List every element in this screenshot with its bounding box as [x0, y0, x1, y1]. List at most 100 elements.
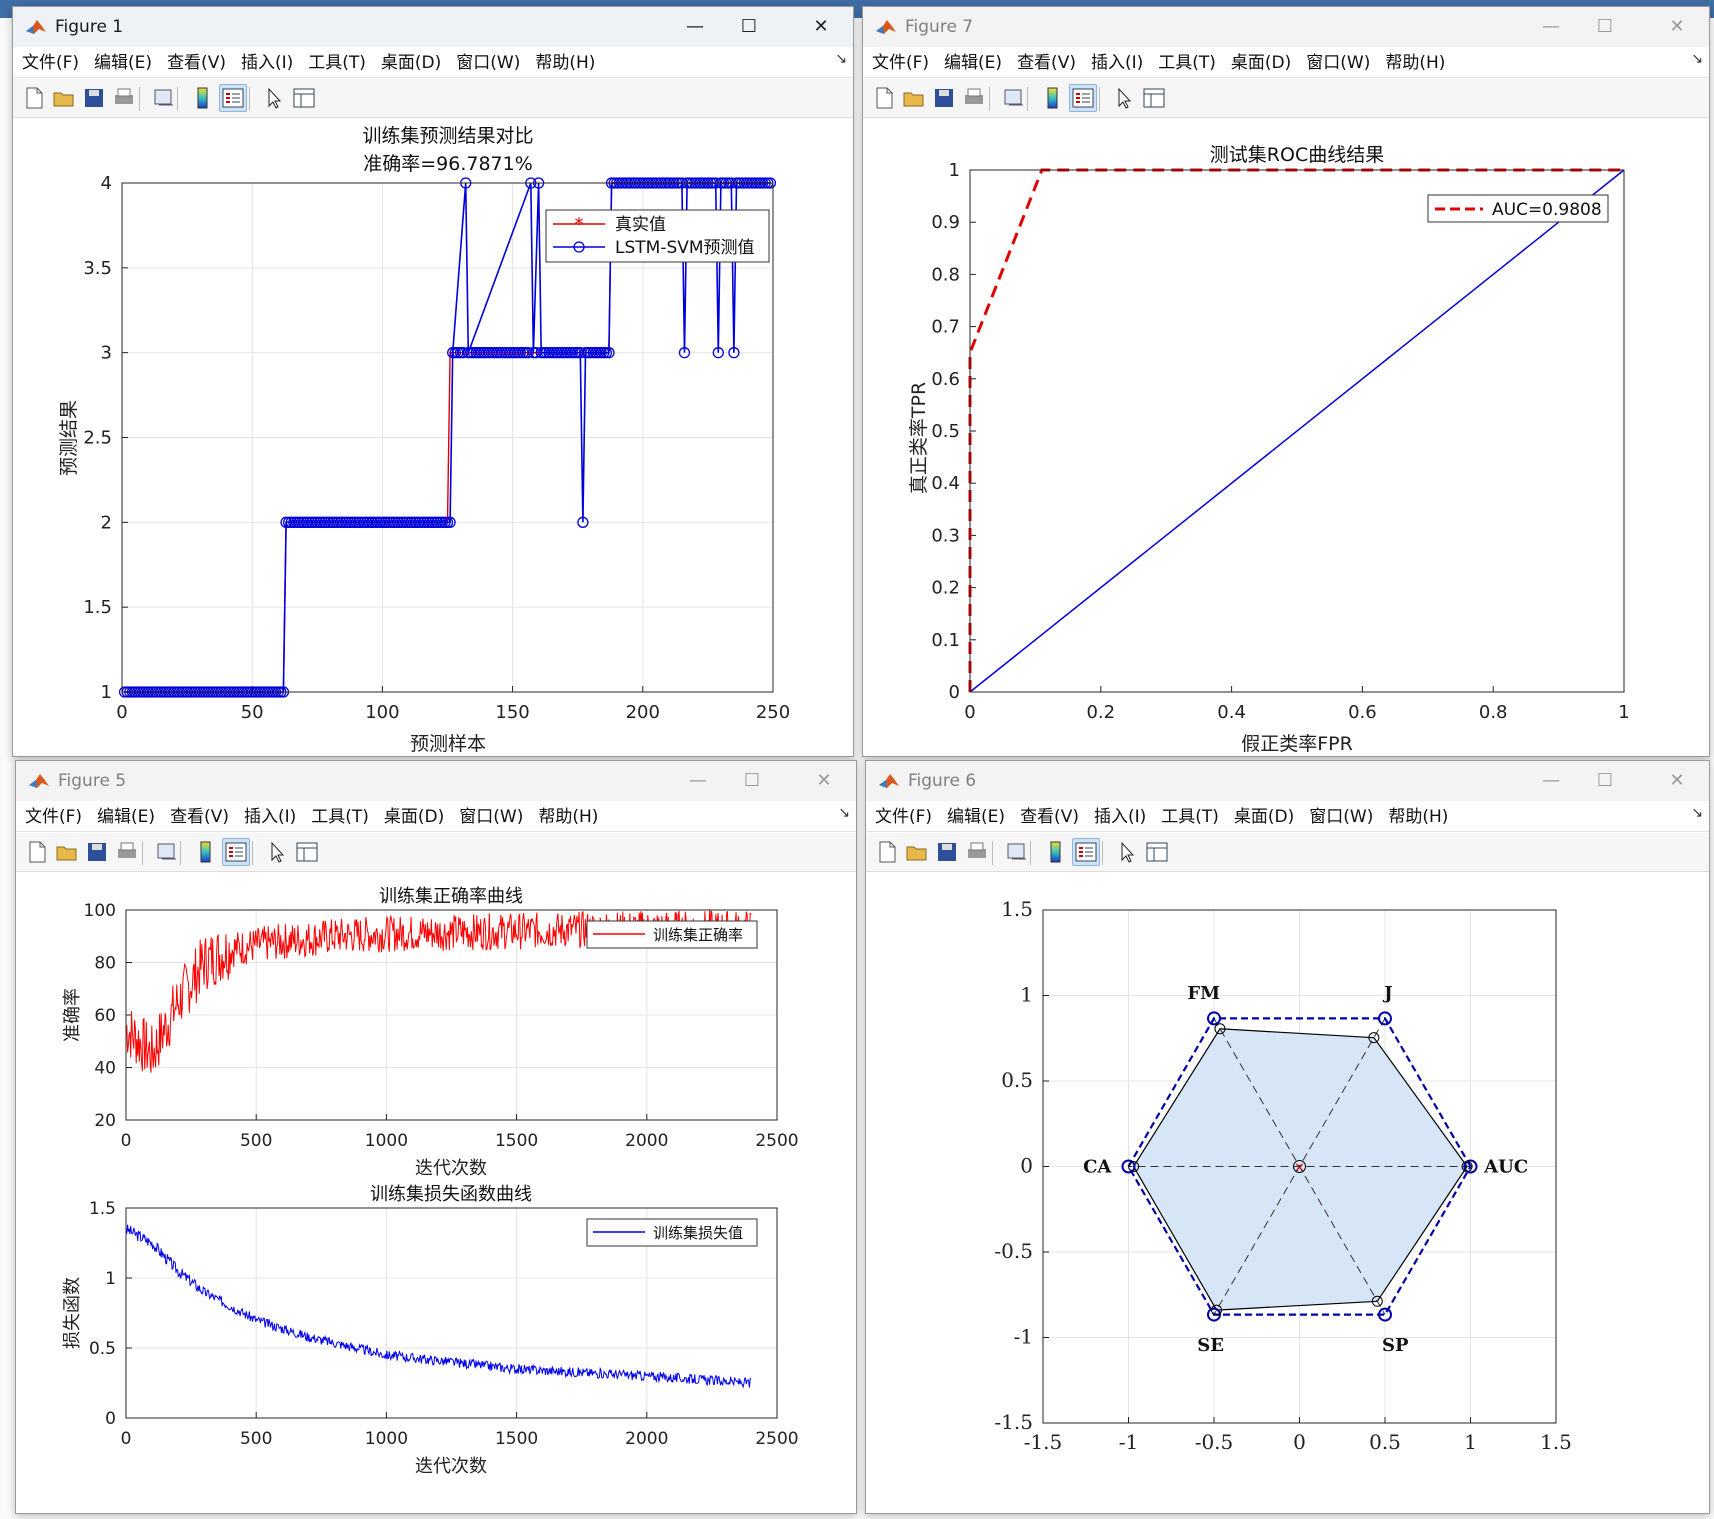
menu-item[interactable]: 文件(F)	[869, 803, 938, 831]
menu-item[interactable]: 桌面(D)	[1225, 49, 1297, 77]
menu-item[interactable]: 桌面(D)	[1228, 803, 1300, 831]
print-icon[interactable]	[114, 839, 140, 865]
menu-overflow-icon[interactable]: ↘	[1691, 51, 1703, 67]
x-tick-label: 1000	[365, 1131, 408, 1151]
save-icon[interactable]	[84, 839, 110, 865]
menu-item[interactable]: 查看(V)	[164, 803, 235, 831]
pointer-icon[interactable]	[1114, 839, 1140, 865]
y-tick-label: 1	[105, 1269, 116, 1289]
menu-item[interactable]: 查看(V)	[1011, 49, 1082, 77]
menu-item[interactable]: 桌面(D)	[375, 49, 447, 77]
print-icon[interactable]	[961, 85, 987, 111]
figure-5-window[interactable]: Figure 5 — ☐ ✕ 文件(F) 编辑(E) 查看(V) 插入(I) 工具(T)…	[15, 760, 857, 1514]
colorbar-icon[interactable]	[1042, 839, 1068, 865]
colorbar-icon[interactable]	[189, 85, 215, 111]
title-bar[interactable]: Figure 7 — ☐ ✕	[863, 7, 1709, 47]
menu-item[interactable]: 文件(F)	[19, 803, 88, 831]
menu-item[interactable]: 窗口(W)	[1303, 803, 1379, 831]
menu-item[interactable]: 编辑(E)	[941, 803, 1011, 831]
open-file-icon[interactable]	[904, 839, 930, 865]
menu-item[interactable]: 工具(T)	[1155, 803, 1225, 831]
link-figure-icon[interactable]	[1001, 85, 1027, 111]
property-editor-icon[interactable]	[1144, 839, 1170, 865]
menu-overflow-icon[interactable]: ↘	[835, 51, 847, 67]
menu-item[interactable]: 文件(F)	[16, 49, 85, 77]
print-icon[interactable]	[111, 85, 137, 111]
menu-item[interactable]: 工具(T)	[1152, 49, 1222, 77]
title-bar[interactable]: Figure 6 — ☐ ✕	[866, 761, 1709, 801]
colorbar-icon[interactable]	[1039, 85, 1065, 111]
menu-item[interactable]: 工具(T)	[305, 803, 375, 831]
figure-6-window[interactable]: Figure 6 — ☐ ✕ 文件(F) 编辑(E) 查看(V) 插入(I) 工具(T)…	[865, 760, 1710, 1514]
save-icon[interactable]	[934, 839, 960, 865]
x-tick-label: 2000	[625, 1429, 668, 1449]
pointer-icon[interactable]	[261, 85, 287, 111]
menu-item[interactable]: 插入(I)	[235, 49, 299, 77]
title-bar[interactable]: Figure 5 — ☐ ✕	[16, 761, 856, 801]
window-title: Figure 6	[908, 771, 977, 791]
minimize-icon[interactable]: —	[675, 11, 715, 43]
menu-overflow-icon[interactable]: ↘	[838, 805, 850, 821]
menu-item[interactable]: 窗口(W)	[453, 803, 529, 831]
colorbar-icon[interactable]	[192, 839, 218, 865]
print-icon[interactable]	[964, 839, 990, 865]
save-icon[interactable]	[81, 85, 107, 111]
open-file-icon[interactable]	[54, 839, 80, 865]
new-file-icon[interactable]	[874, 839, 900, 865]
menu-item[interactable]: 帮助(H)	[1382, 803, 1454, 831]
menu-item[interactable]: 编辑(E)	[91, 803, 161, 831]
legend-icon[interactable]	[1069, 84, 1097, 112]
menu-item[interactable]: 帮助(H)	[532, 803, 604, 831]
close-icon[interactable]: ✕	[804, 765, 844, 797]
legend-icon[interactable]	[222, 838, 250, 866]
open-file-icon[interactable]	[901, 85, 927, 111]
new-file-icon[interactable]	[21, 85, 47, 111]
open-file-icon[interactable]	[51, 85, 77, 111]
link-figure-icon[interactable]	[1004, 839, 1030, 865]
menu-item[interactable]: 编辑(E)	[88, 49, 158, 77]
close-icon[interactable]: ✕	[801, 11, 841, 43]
menu-item[interactable]: 桌面(D)	[378, 803, 450, 831]
minimize-icon[interactable]: —	[678, 765, 718, 797]
close-icon[interactable]: ✕	[1657, 765, 1697, 797]
y-tick-label: 0.5	[931, 421, 960, 442]
menu-item[interactable]: 帮助(H)	[529, 49, 601, 77]
link-figure-icon[interactable]	[151, 85, 177, 111]
plot-area: -1.5 -1 -0.5 0 0.5 1 1.5 -1.5 -1 -0.5 0 0.5 1 1.5 × AUC…	[866, 872, 1709, 1513]
menu-item[interactable]: 文件(F)	[866, 49, 935, 77]
property-editor-icon[interactable]	[294, 839, 320, 865]
minimize-icon[interactable]: —	[1531, 11, 1571, 43]
menu-item[interactable]: 窗口(W)	[1300, 49, 1376, 77]
menu-item[interactable]: 查看(V)	[1014, 803, 1085, 831]
property-editor-icon[interactable]	[291, 85, 317, 111]
save-icon[interactable]	[931, 85, 957, 111]
link-figure-icon[interactable]	[154, 839, 180, 865]
legend-true-label: 真实值	[615, 215, 666, 235]
maximize-icon[interactable]: ☐	[732, 765, 772, 797]
menu-item[interactable]: 窗口(W)	[450, 49, 526, 77]
maximize-icon[interactable]: ☐	[1585, 765, 1625, 797]
figure-1-window[interactable]: Figure 1 — ☐ ✕ 文件(F) 编辑(E) 查看(V) 插入(I) 工具(T)…	[12, 6, 854, 757]
new-file-icon[interactable]	[871, 85, 897, 111]
menu-item[interactable]: 插入(I)	[238, 803, 302, 831]
menu-item[interactable]: 查看(V)	[161, 49, 232, 77]
menu-item[interactable]: 编辑(E)	[938, 49, 1008, 77]
new-file-icon[interactable]	[24, 839, 50, 865]
figure-7-window[interactable]: Figure 7 — ☐ ✕ 文件(F) 编辑(E) 查看(V) 插入(I) 工具(T)…	[862, 6, 1710, 757]
menu-item[interactable]: 帮助(H)	[1379, 49, 1451, 77]
close-icon[interactable]: ✕	[1657, 11, 1697, 43]
pointer-icon[interactable]	[264, 839, 290, 865]
legend-icon[interactable]	[1072, 838, 1100, 866]
pointer-icon[interactable]	[1111, 85, 1137, 111]
menu-item[interactable]: 工具(T)	[302, 49, 372, 77]
title-bar[interactable]: Figure 1 — ☐ ✕	[13, 7, 853, 47]
maximize-icon[interactable]: ☐	[729, 11, 769, 43]
maximize-icon[interactable]: ☐	[1585, 11, 1625, 43]
menu-item[interactable]: 插入(I)	[1088, 803, 1152, 831]
property-editor-icon[interactable]	[1141, 85, 1167, 111]
legend-icon[interactable]	[219, 84, 247, 112]
menu-overflow-icon[interactable]: ↘	[1691, 805, 1703, 821]
minimize-icon[interactable]: —	[1531, 765, 1571, 797]
figure-7-chart: 0 0.2 0.4 0.6 0.8 1 0 0.1 0.2 0.3 0.4 0.5 0.6 0.7 0.8 0…	[908, 144, 1630, 755]
menu-item[interactable]: 插入(I)	[1085, 49, 1149, 77]
